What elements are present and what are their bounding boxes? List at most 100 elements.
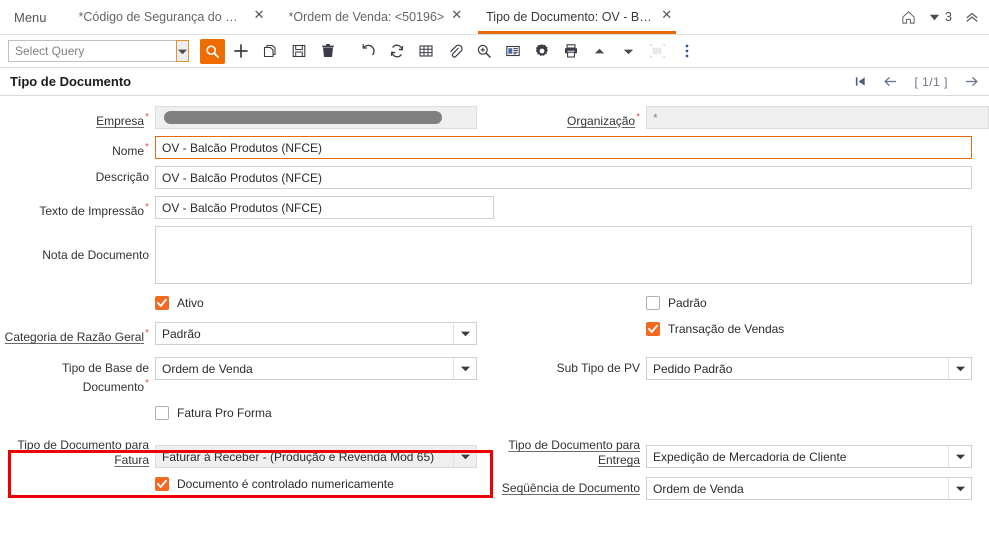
tab-tipo-de-documento[interactable]: Tipo de Documento: OV - Bal... ✕: [472, 0, 682, 34]
nome-label-text: Nome: [112, 144, 145, 158]
grid-toggle-button[interactable]: [412, 38, 439, 65]
new-record-button[interactable]: [227, 38, 254, 65]
tipo-doc-entrega-label-line1[interactable]: Tipo de Documento para: [494, 438, 640, 453]
first-record-icon[interactable]: [854, 75, 867, 88]
tipo-doc-fatura-label-line2[interactable]: Fatura: [0, 453, 149, 468]
tab-label: Tipo de Documento: OV - Bal...: [486, 10, 655, 24]
empresa-label-text[interactable]: Empresa: [96, 114, 144, 128]
form-row-empresa: Empresa* Organização* *: [0, 106, 989, 129]
padrao-checkbox[interactable]: [646, 296, 660, 310]
tipo-doc-entrega-label-line2[interactable]: Entrega: [494, 453, 640, 468]
zoom-in-button[interactable]: [470, 38, 497, 65]
descricao-label: Descrição: [0, 166, 155, 185]
transacao-vendas-spacer: [494, 322, 646, 326]
print-button[interactable]: [557, 38, 584, 65]
search-input[interactable]: [9, 41, 176, 61]
copy-record-button[interactable]: [256, 38, 283, 65]
next-record-icon[interactable]: [964, 75, 979, 88]
barcode-button: [644, 38, 671, 65]
form-row-tipo-doc-fatura: Tipo de Documento para Fatura Faturar à …: [0, 436, 989, 468]
undo-button[interactable]: [354, 38, 381, 65]
categoria-razao-geral-label-text[interactable]: Categoria de Razão Geral: [5, 330, 144, 344]
tipo-doc-fatura-label-line1[interactable]: Tipo de Documento para: [0, 438, 149, 453]
menu-label: Menu: [14, 9, 47, 25]
form-row-texto-impressao: Texto de Impressão*: [0, 196, 989, 219]
attachment-button[interactable]: [441, 38, 468, 65]
texto-impressao-input[interactable]: [155, 196, 494, 219]
form-row-nota-documento: Nota de Documento: [0, 226, 989, 287]
form-row-fatura-pro-forma: Fatura Pro Forma: [0, 406, 989, 420]
empresa-label: Empresa*: [0, 106, 155, 129]
sub-tipo-pv-select[interactable]: Pedido Padrão: [646, 357, 972, 380]
padrao-checkbox-row[interactable]: Padrão: [646, 296, 989, 310]
descricao-label-text: Descrição: [95, 170, 149, 184]
search-button[interactable]: [200, 38, 225, 64]
sequencia-documento-label-text[interactable]: Seqüência de Documento: [502, 481, 640, 495]
required-marker: *: [145, 378, 149, 389]
menu-button[interactable]: Menu: [0, 0, 65, 34]
tipo-base-documento-label-text: Tipo de Base de Documento: [62, 361, 149, 394]
select-query-combo[interactable]: [8, 40, 189, 62]
organizacao-field[interactable]: *: [646, 106, 989, 129]
chevron-down-icon[interactable]: [176, 40, 189, 62]
preferences-button[interactable]: [528, 38, 555, 65]
required-marker: *: [145, 142, 149, 153]
required-marker: *: [145, 112, 149, 123]
tab-label: *Ordem de Venda: <50196>: [288, 10, 445, 24]
categoria-razao-geral-select[interactable]: Padrão: [155, 322, 477, 345]
chevron-down-icon[interactable]: [948, 478, 971, 499]
window-count: 3: [945, 10, 952, 24]
ativo-checkbox-row[interactable]: Ativo: [155, 296, 494, 310]
categoria-razao-geral-label: Categoria de Razão Geral*: [0, 322, 155, 345]
home-icon[interactable]: [901, 10, 916, 25]
record-info-button[interactable]: [499, 38, 526, 65]
chevron-down-icon[interactable]: [948, 446, 971, 467]
form-row-descricao: Descrição: [0, 166, 989, 189]
nome-input[interactable]: [155, 136, 972, 159]
refresh-button[interactable]: [383, 38, 410, 65]
empresa-field[interactable]: [155, 106, 477, 129]
ativo-checkbox[interactable]: [155, 296, 169, 310]
fatura-pro-forma-checkbox[interactable]: [155, 406, 169, 420]
tipo-doc-entrega-select[interactable]: Expedição de Mercadoria de Cliente: [646, 445, 972, 468]
tipo-doc-fatura-select[interactable]: Faturar à Receber - (Produção e Revenda …: [155, 445, 477, 468]
child-record-button[interactable]: [615, 38, 642, 65]
chevron-down-icon[interactable]: [948, 358, 971, 379]
sub-tipo-pv-label-text: Sub Tipo de PV: [556, 361, 640, 375]
tab-codigo-seguranca[interactable]: *Código de Segurança do Con... ✕: [65, 0, 275, 34]
form-row-doc-controlado: Documento é controlado numericamente Seq…: [0, 477, 989, 500]
chevron-down-icon[interactable]: [453, 358, 476, 379]
delete-button[interactable]: [314, 38, 341, 65]
chevron-down-icon[interactable]: [453, 323, 476, 344]
tab-ordem-de-venda[interactable]: *Ordem de Venda: <50196> ✕: [275, 0, 473, 34]
tipo-doc-entrega-value: Expedição de Mercadoria de Cliente: [653, 449, 847, 464]
redacted-value: [164, 111, 442, 124]
chevron-up-double-icon[interactable]: [965, 10, 979, 24]
transacao-vendas-checkbox[interactable]: [646, 322, 660, 336]
padrao-label: Padrão: [668, 296, 707, 310]
required-marker: *: [636, 112, 640, 123]
close-icon[interactable]: ✕: [661, 8, 672, 21]
tipo-base-documento-value: Ordem de Venda: [162, 361, 253, 376]
sequencia-documento-select[interactable]: Ordem de Venda: [646, 477, 972, 500]
doc-controlado-checkbox-row[interactable]: Documento é controlado numericamente: [155, 477, 494, 491]
parent-record-button[interactable]: [586, 38, 613, 65]
fatura-pro-forma-checkbox-row[interactable]: Fatura Pro Forma: [155, 406, 494, 420]
close-icon[interactable]: ✕: [254, 8, 265, 21]
transacao-vendas-checkbox-row[interactable]: Transação de Vendas: [646, 322, 989, 336]
more-options-button[interactable]: [673, 38, 700, 65]
record-counter: [ 1/1 ]: [914, 74, 948, 89]
tipo-base-documento-select[interactable]: Ordem de Venda: [155, 357, 477, 380]
save-button[interactable]: [285, 38, 312, 65]
tipo-doc-fatura-label: Tipo de Documento para Fatura: [0, 436, 155, 468]
descricao-input[interactable]: [155, 166, 972, 189]
close-icon[interactable]: ✕: [451, 8, 462, 21]
window-list-button[interactable]: 3: [929, 10, 952, 24]
nota-documento-label: Nota de Documento: [0, 226, 155, 263]
nota-documento-textarea[interactable]: [155, 226, 972, 284]
chevron-down-icon[interactable]: [453, 446, 476, 467]
prev-record-icon[interactable]: [883, 75, 898, 88]
doc-controlado-checkbox[interactable]: [155, 477, 169, 491]
document-type-form: Empresa* Organização* * Nome* OV - Balcã…: [0, 96, 989, 500]
organizacao-label-text[interactable]: Organização: [567, 114, 635, 128]
